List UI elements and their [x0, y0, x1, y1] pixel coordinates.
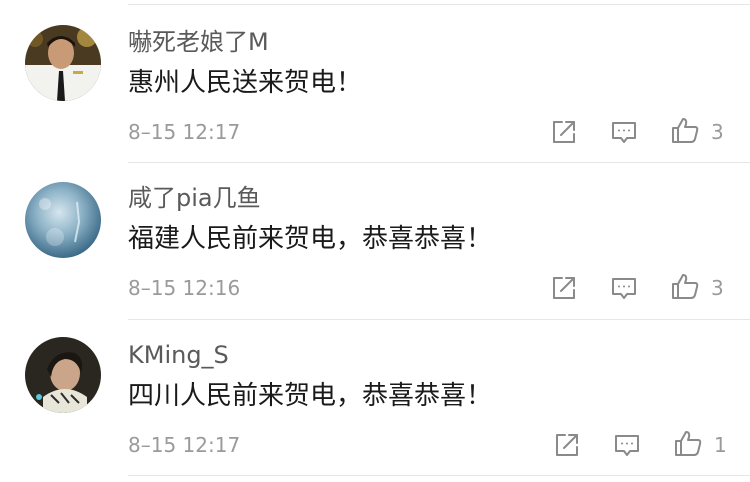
thumbs-up-icon[interactable] [670, 271, 700, 301]
comment-icon[interactable] [609, 273, 639, 303]
avatar[interactable] [25, 182, 101, 258]
thumbs-up-icon[interactable] [670, 115, 700, 145]
comment-time: 8–15 12:16 [128, 276, 241, 300]
share-icon[interactable] [549, 117, 579, 147]
comment-item: 嚇死老娘了M 惠州人民送来贺电！ 8–15 12:17 3 [0, 5, 750, 162]
comment-icon[interactable] [612, 430, 642, 460]
like-count: 1 [714, 433, 727, 457]
divider [128, 475, 750, 476]
comment-icon[interactable] [609, 117, 639, 147]
share-icon[interactable] [552, 430, 582, 460]
comment-content: 惠州人民送来贺电！ [128, 68, 363, 98]
comment-content: 福建人民前来贺电，恭喜恭喜！ [128, 224, 493, 254]
avatar[interactable] [25, 25, 101, 101]
like-count: 3 [711, 120, 724, 144]
thumbs-up-icon[interactable] [673, 428, 703, 458]
comment-item: KMing_S 四川人民前来贺电，恭喜恭喜！ 8–15 12:17 1 [0, 320, 750, 477]
comment-item: 咸了pia几鱼 福建人民前来贺电，恭喜恭喜！ 8–15 12:16 3 [0, 163, 750, 320]
comment-content: 四川人民前来贺电，恭喜恭喜！ [128, 381, 493, 411]
share-icon[interactable] [549, 273, 579, 303]
comment-username[interactable]: 咸了pia几鱼 [128, 183, 261, 213]
comment-username[interactable]: 嚇死老娘了M [128, 27, 269, 57]
like-count: 3 [711, 276, 724, 300]
comment-time: 8–15 12:17 [128, 433, 241, 457]
avatar[interactable] [25, 337, 101, 413]
comment-username[interactable]: KMing_S [128, 340, 229, 370]
comment-time: 8–15 12:17 [128, 120, 241, 144]
